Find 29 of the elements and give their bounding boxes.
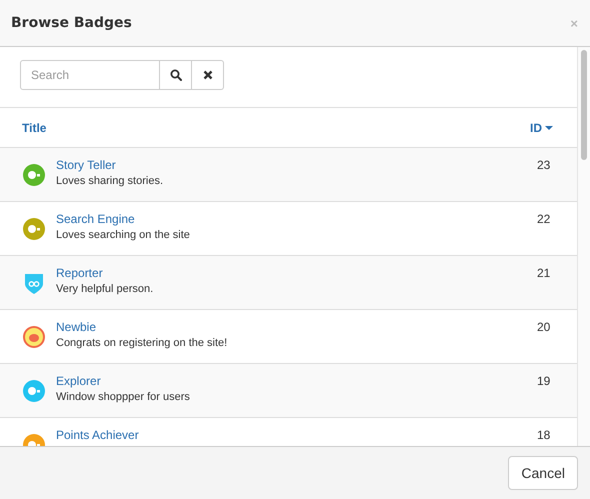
badge-id: 20: [537, 320, 550, 334]
dialog-title: Browse Badges: [11, 15, 132, 31]
clear-button[interactable]: [192, 60, 224, 90]
scrollbar-thumb[interactable]: [581, 50, 587, 160]
badge-description: Congrats on registering on the site!: [56, 337, 228, 349]
title-column-header[interactable]: Title: [0, 120, 530, 134]
badge-id: 19: [537, 374, 550, 388]
badge-id: 22: [537, 212, 550, 226]
close-icon: [202, 70, 212, 80]
search-field[interactable]: Search: [20, 60, 160, 90]
badge-title-link[interactable]: Search Engine: [56, 212, 190, 226]
search-icon: [170, 69, 182, 81]
search-button[interactable]: [160, 60, 192, 90]
badge-id: 23: [537, 158, 550, 172]
badge-description: Very helpful person.: [56, 283, 154, 295]
id-column-header[interactable]: ID: [530, 120, 577, 134]
badge-title-link[interactable]: Story Teller: [56, 158, 163, 172]
badge-description: Loves searching on the site: [56, 229, 190, 241]
badge-description: Window shoppper for users: [56, 391, 190, 403]
badge-id: 21: [537, 266, 550, 280]
badge-title-link[interactable]: Points Achiever: [56, 428, 139, 442]
scrollbar[interactable]: [577, 47, 590, 446]
badge-title-link[interactable]: Reporter: [56, 266, 154, 280]
badge-title-link[interactable]: Explorer: [56, 374, 190, 388]
badge-title-link[interactable]: Newbie: [56, 320, 228, 334]
badge-id: 18: [537, 428, 550, 442]
badge-description: Loves sharing stories.: [56, 175, 163, 187]
caret-icon: [545, 126, 553, 130]
cancel-button[interactable]: Cancel: [508, 456, 578, 490]
